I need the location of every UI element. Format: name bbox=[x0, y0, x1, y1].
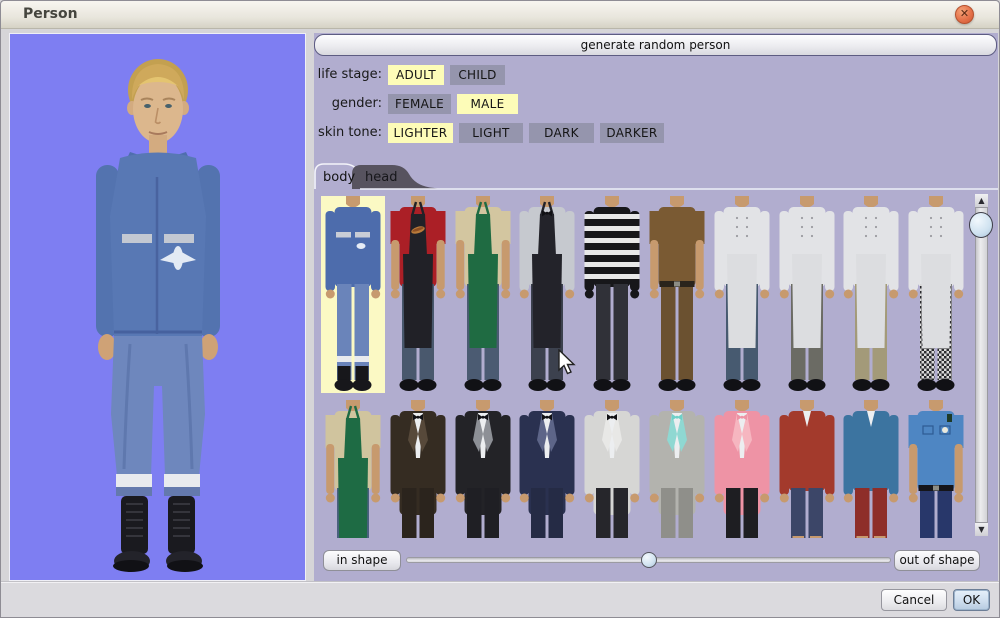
dialog-footer: Cancel OK bbox=[1, 581, 999, 617]
life-stage-option-child[interactable]: CHILD bbox=[450, 65, 505, 85]
outfit-thumbnail-long-green-apron[interactable] bbox=[321, 400, 385, 538]
tab-body-label[interactable]: body bbox=[323, 170, 355, 185]
character-preview-image bbox=[96, 59, 220, 572]
ok-button[interactable]: OK bbox=[953, 589, 990, 611]
outfit-thumbnail-gray-teal-tuxedo[interactable] bbox=[645, 400, 709, 538]
outfit-thumbnail-brown-tuxedo[interactable] bbox=[386, 400, 450, 538]
outfit-thumbnail-chef-coat-checkered-pants[interactable] bbox=[904, 196, 968, 393]
outfit-thumbnail-navy-tuxedo[interactable] bbox=[515, 400, 579, 538]
person-dialog: Person ✕ generate random person life sta… bbox=[0, 0, 1000, 618]
outfit-thumbnail-chef-coat-khaki-pants[interactable] bbox=[839, 196, 903, 393]
outfit-scrollbar[interactable]: ▲ ▼ bbox=[969, 194, 993, 536]
life-stage-label: life stage: bbox=[317, 67, 382, 82]
outfit-thumbnail-black-apron-bowtie[interactable] bbox=[515, 196, 579, 393]
gender-label: gender: bbox=[331, 96, 382, 111]
outfit-thumbnail-chef-coat-gray-pants[interactable] bbox=[775, 196, 839, 393]
life-stage-option-adult[interactable]: ADULT bbox=[388, 65, 444, 85]
outfit-grid: ▲ ▼ bbox=[314, 190, 998, 538]
skin-tone-option-light[interactable]: LIGHT bbox=[459, 123, 523, 143]
outfit-thumbnail-brown-uniform[interactable] bbox=[645, 196, 709, 393]
tab-head-label[interactable]: head bbox=[365, 170, 397, 185]
out-of-shape-button[interactable]: out of shape bbox=[894, 550, 980, 571]
outfit-thumbnail-prisoner-stripes[interactable] bbox=[580, 196, 644, 393]
outfit-thumbnail-medic-coveralls[interactable] bbox=[321, 196, 385, 393]
gender-option-male[interactable]: MALE bbox=[457, 94, 518, 114]
in-shape-button[interactable]: in shape bbox=[323, 550, 401, 571]
outfit-thumbnail-green-apron[interactable] bbox=[451, 196, 515, 393]
scroll-up-icon[interactable]: ▲ bbox=[975, 194, 988, 208]
scrollbar-track[interactable] bbox=[975, 194, 988, 536]
scroll-down-icon[interactable]: ▼ bbox=[975, 522, 988, 536]
skin-tone-row: skin tone: LIGHTER LIGHT DARK DARKER bbox=[314, 123, 998, 143]
outfit-thumbnail-red-cardigan-navy-shorts[interactable] bbox=[775, 400, 839, 538]
outfit-thumbnail-white-tuxedo[interactable] bbox=[580, 400, 644, 538]
skin-tone-option-lighter[interactable]: LIGHTER bbox=[388, 123, 453, 143]
outfit-thumbnail-police-uniform[interactable] bbox=[904, 400, 968, 538]
cancel-button[interactable]: Cancel bbox=[881, 589, 947, 611]
window-title: Person bbox=[23, 6, 78, 22]
gender-row: gender: FEMALE MALE bbox=[314, 94, 998, 114]
scrollbar-thumb[interactable] bbox=[969, 212, 993, 238]
skin-tone-label: skin tone: bbox=[318, 125, 382, 140]
outfit-thumbnail-blue-cardigan-red-shorts[interactable] bbox=[839, 400, 903, 538]
outfit-thumbnail-diner-apron-hotdog[interactable] bbox=[386, 196, 450, 393]
outfit-thumbnail-pink-tuxedo[interactable] bbox=[710, 400, 774, 538]
outfit-thumbnail-chef-coat-blue-pants[interactable] bbox=[710, 196, 774, 393]
fitness-slider-thumb[interactable] bbox=[640, 552, 657, 568]
title-bar: Person ✕ bbox=[1, 1, 999, 29]
wardrobe-panel: generate random person life stage: ADULT C… bbox=[314, 33, 998, 581]
skin-tone-option-dark[interactable]: DARK bbox=[529, 123, 594, 143]
generate-random-person-button[interactable]: generate random person bbox=[314, 34, 997, 56]
life-stage-row: life stage: ADULT CHILD bbox=[314, 65, 998, 85]
character-preview bbox=[9, 33, 306, 581]
tab-strip: body head bbox=[314, 163, 998, 190]
gender-option-female[interactable]: FEMALE bbox=[388, 94, 451, 114]
outfit-thumbnail-black-tuxedo[interactable] bbox=[451, 400, 515, 538]
skin-tone-option-darker[interactable]: DARKER bbox=[600, 123, 664, 143]
close-icon[interactable]: ✕ bbox=[955, 5, 974, 24]
